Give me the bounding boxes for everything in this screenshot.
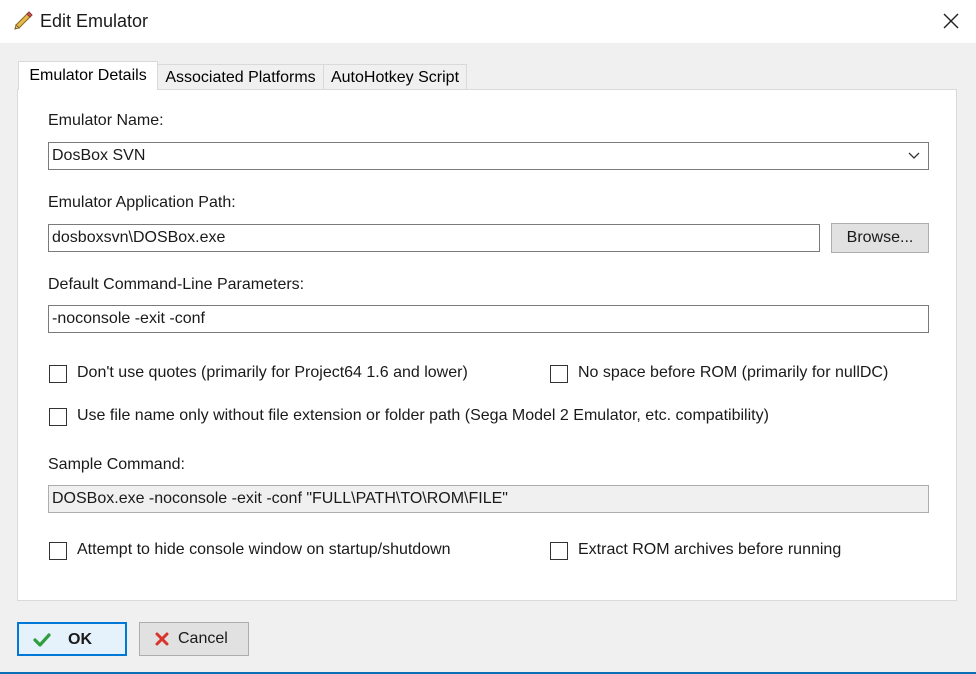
sample-command-value: DOSBox.exe -noconsole -exit -conf "FULL\… (52, 490, 508, 507)
close-button[interactable] (926, 0, 976, 43)
browse-button[interactable]: Browse... (831, 223, 929, 253)
cancel-label: Cancel (178, 630, 228, 647)
window-title: Edit Emulator (40, 11, 149, 31)
pencil-icon (12, 9, 34, 31)
params-value: -noconsole -exit -conf (52, 310, 205, 327)
cross-icon (155, 632, 169, 646)
sample-command-label: Sample Command: (48, 456, 185, 473)
checkbox-box[interactable] (550, 542, 568, 560)
params-label: Default Command-Line Parameters: (48, 276, 305, 293)
no-quotes-checkbox[interactable]: Don't use quotes (primarily for Project6… (49, 364, 519, 386)
emulator-name-value: DosBox SVN (52, 147, 146, 164)
tab-associated-platforms[interactable]: Associated Platforms (157, 64, 324, 89)
checkbox-box[interactable] (550, 365, 568, 383)
tab-emulator-details[interactable]: Emulator Details (18, 61, 158, 90)
ok-button[interactable]: OK (17, 622, 127, 656)
checkbox-label: Attempt to hide console window on startu… (77, 541, 451, 558)
checkbox-label: Extract ROM archives before running (578, 541, 842, 558)
emulator-details-panel: Emulator Name: DosBox SVN Emulator Appli… (17, 89, 957, 601)
app-path-input[interactable]: dosboxsvn\DOSBox.exe (48, 224, 820, 252)
tab-autohotkey-script[interactable]: AutoHotkey Script (323, 64, 467, 89)
checkbox-box[interactable] (49, 365, 67, 383)
file-name-only-checkbox[interactable]: Use file name only without file extensio… (49, 407, 829, 429)
close-icon (943, 13, 959, 29)
title-bar: Edit Emulator (0, 0, 976, 43)
checkbox-box[interactable] (49, 408, 67, 426)
emulator-name-select[interactable]: DosBox SVN (48, 142, 929, 170)
params-input[interactable]: -noconsole -exit -conf (48, 305, 929, 333)
checkbox-label: Don't use quotes (primarily for Project6… (77, 364, 468, 381)
checkmark-icon (33, 633, 51, 647)
hide-console-checkbox[interactable]: Attempt to hide console window on startu… (49, 541, 489, 563)
chevron-down-icon (908, 152, 920, 159)
checkbox-label: No space before ROM (primarily for nullD… (578, 364, 889, 381)
extract-rom-checkbox[interactable]: Extract ROM archives before running (550, 541, 870, 563)
app-path-label: Emulator Application Path: (48, 194, 236, 211)
cancel-button[interactable]: Cancel (139, 622, 249, 656)
sample-command-field: DOSBox.exe -noconsole -exit -conf "FULL\… (48, 485, 929, 513)
checkbox-label: Use file name only without file extensio… (77, 407, 769, 424)
ok-label: OK (68, 631, 92, 648)
emulator-name-label: Emulator Name: (48, 112, 164, 129)
app-path-value: dosboxsvn\DOSBox.exe (52, 229, 226, 246)
checkbox-box[interactable] (49, 542, 67, 560)
no-space-checkbox[interactable]: No space before ROM (primarily for nullD… (550, 364, 920, 386)
